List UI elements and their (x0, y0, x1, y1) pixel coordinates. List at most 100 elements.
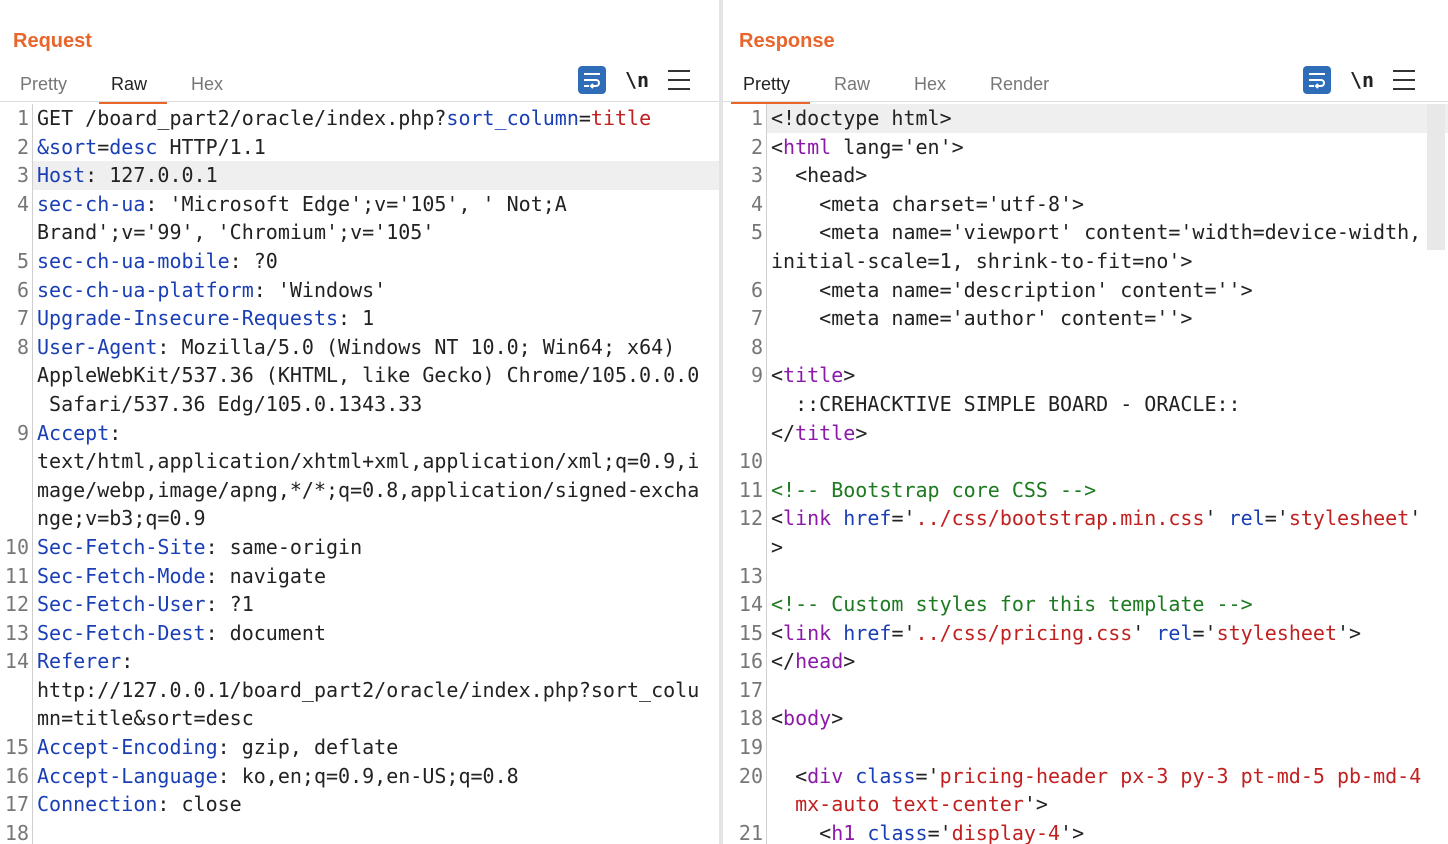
code-line: 17 Connection: close (0, 790, 719, 819)
line-number: 16 (0, 761, 33, 791)
code-token: > (843, 649, 856, 674)
line-number: 15 (0, 733, 33, 762)
code-token: h1 (831, 820, 856, 844)
code-token: ' (1204, 506, 1229, 531)
code-token: ' (1409, 506, 1422, 531)
code-token: mn=title&sort=desc (37, 706, 254, 731)
code-line: 13 Sec-Fetch-Dest: document (0, 618, 719, 648)
code-token: mage/webp,image/apng,*/*;q=0.8,applicati… (37, 477, 700, 502)
line-number: 8 (0, 332, 33, 362)
request-tab-pretty[interactable]: Pretty (10, 70, 77, 101)
code-token: <meta name='viewport' content='width=dev… (771, 220, 1422, 245)
code-token: < (771, 363, 784, 388)
response-tab-raw[interactable]: Raw (824, 70, 880, 101)
code-token: <!doctype html> (771, 106, 952, 130)
code-token: =' (1192, 620, 1217, 645)
line-content: </head> (767, 647, 1448, 676)
code-token: stylesheet (1288, 506, 1410, 531)
line-number (0, 675, 33, 705)
code-line: </title> (723, 418, 1448, 448)
line-content: mage/webp,image/apng,*/*;q=0.8,applicati… (33, 476, 719, 505)
code-token: =' (915, 763, 940, 788)
code-token: <head> (771, 163, 868, 188)
line-content: <html lang='en'> (767, 133, 1448, 162)
line-content: <meta charset='utf-8'> (767, 190, 1448, 219)
request-editor[interactable]: 1 GET /board_part2/oracle/index.php?sort_… (0, 104, 719, 844)
show-newlines-button[interactable]: \n (1349, 68, 1375, 92)
word-wrap-icon[interactable] (578, 66, 606, 94)
line-content: Brand';v='99', 'Chromium';v='105' (33, 218, 719, 247)
code-line: http://127.0.0.1/board_part2/oracle/inde… (0, 675, 719, 705)
code-token: : gzip, deflate (217, 735, 399, 760)
response-tab-pretty[interactable]: Pretty (730, 70, 811, 104)
code-token: < (771, 706, 784, 731)
code-token: sort_column (446, 106, 579, 130)
code-token: Brand';v='99', 'Chromium';v='105' (37, 220, 435, 245)
line-content: <!-- Bootstrap core CSS --> (767, 476, 1448, 505)
code-line: 3 Host: 127.0.0.1 (0, 161, 719, 190)
code-token: Safari/537.36 Edg/105.0.1343.33 (37, 391, 423, 416)
request-pane: Request Pretty Raw Hex \n 1 GET /board_pa… (0, 0, 719, 844)
code-token: rel (1156, 620, 1193, 645)
code-token: title (590, 106, 652, 130)
code-token: : ?0 (229, 248, 278, 273)
line-number: 17 (0, 790, 33, 819)
line-content: </title> (767, 419, 1448, 448)
menu-icon[interactable] (668, 70, 690, 90)
code-line: mn=title&sort=desc (0, 704, 719, 734)
code-token: '> (1023, 792, 1048, 817)
line-number: 16 (723, 647, 767, 676)
response-tab-render[interactable]: Render (980, 70, 1059, 101)
code-token: User-Agent (37, 334, 158, 359)
code-token: =' (1264, 506, 1289, 531)
code-line: 6 <meta name='description' content=''> (723, 275, 1448, 305)
code-line: 10 (723, 447, 1448, 476)
menu-icon[interactable] (1393, 70, 1415, 90)
line-content: Safari/537.36 Edg/105.0.1343.33 (33, 390, 719, 419)
code-line: 11 Sec-Fetch-Mode: navigate (0, 561, 719, 591)
line-number: 15 (723, 618, 767, 648)
line-number (0, 361, 33, 390)
code-token: Connection (37, 792, 158, 817)
line-content: sec-ch-ua-mobile: ?0 (33, 247, 719, 276)
code-token: > (855, 420, 868, 445)
code-token: Sec-Fetch-Mode (37, 563, 206, 588)
code-token: ../css/bootstrap.min.css (915, 506, 1205, 531)
code-token: : ko,en;q=0.9,en-US;q=0.8 (217, 763, 519, 788)
code-token: < (771, 763, 808, 788)
code-line: 10 Sec-Fetch-Site: same-origin (0, 532, 719, 562)
line-content: ::CREHACKTIVE SIMPLE BOARD - ORACLE:: (767, 390, 1448, 419)
line-content: User-Agent: Mozilla/5.0 (Windows NT 10.0… (33, 333, 719, 362)
code-token: href (843, 506, 892, 531)
line-content: text/html,application/xhtml+xml,applicat… (33, 447, 719, 476)
line-content: <div class='pricing-header px-3 py-3 pt-… (767, 762, 1448, 791)
request-toolbar: \n (578, 66, 690, 94)
line-number: 7 (0, 304, 33, 333)
line-number: 9 (723, 361, 767, 390)
code-line: 14 <!-- Custom styles for this template -… (723, 590, 1448, 619)
request-tab-raw[interactable]: Raw (99, 70, 168, 104)
code-line: 16 Accept-Language: ko,en;q=0.9,en-US;q=0… (0, 761, 719, 791)
line-number: 9 (0, 418, 33, 448)
code-line: 3 <head> (723, 161, 1448, 190)
line-number: 14 (723, 590, 767, 619)
code-token: : close (157, 792, 242, 817)
line-content: Referer: (33, 647, 719, 676)
code-token: </ (771, 420, 796, 445)
line-number: 11 (0, 561, 33, 591)
response-tab-hex[interactable]: Hex (904, 70, 956, 101)
code-token: < (771, 134, 784, 159)
response-scrollbar[interactable] (1427, 104, 1445, 250)
tab-divider (0, 101, 719, 102)
response-editor[interactable]: 1 <!doctype html> 2 <html lang='en'> 3 <head… (723, 104, 1448, 844)
code-line: > (723, 532, 1448, 562)
code-token: stylesheet (1216, 620, 1338, 645)
code-token: head (795, 649, 844, 674)
word-wrap-icon[interactable] (1303, 66, 1331, 94)
line-content: <!-- Custom styles for this template --> (767, 590, 1448, 619)
show-newlines-button[interactable]: \n (624, 68, 650, 92)
response-toolbar: \n (1303, 66, 1415, 94)
code-token: display-4 (951, 820, 1061, 844)
code-token: sec-ch-ua (37, 191, 146, 216)
request-tab-hex[interactable]: Hex (181, 70, 233, 101)
